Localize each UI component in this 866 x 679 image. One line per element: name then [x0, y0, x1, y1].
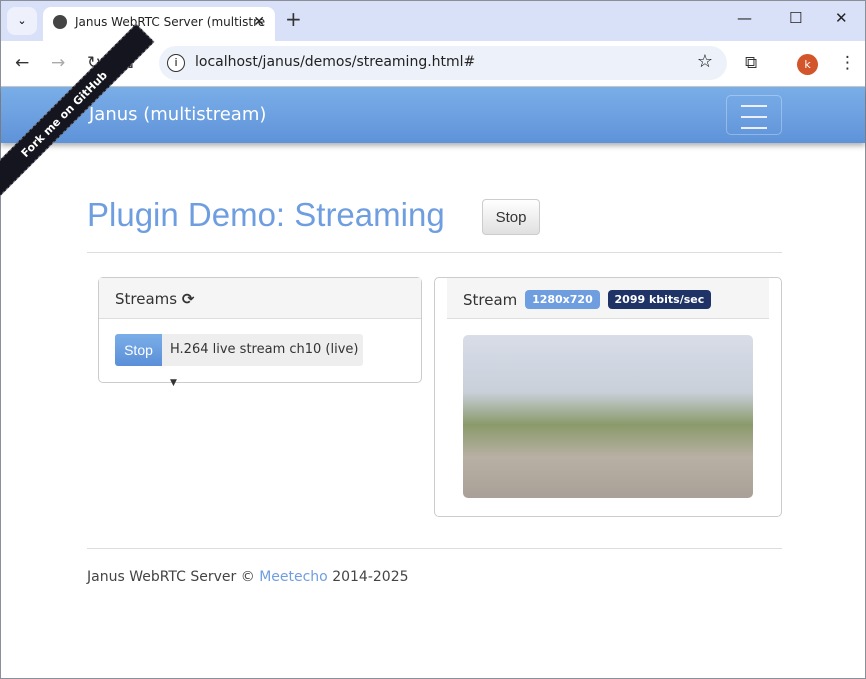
footer: Janus WebRTC Server © Meetecho 2014-2025 — [87, 569, 409, 585]
streams-panel: Streams ⟳ Stop H.264 live stream ch10 (l… — [98, 277, 422, 388]
hamburger-menu-button[interactable] — [726, 95, 782, 135]
forward-icon[interactable]: → — [51, 53, 65, 73]
minimize-button[interactable]: — — [737, 9, 752, 27]
navbar: Janus (multistream) — [1, 87, 865, 143]
tab-search-button[interactable]: ⌄ — [7, 7, 37, 35]
menu-icon[interactable]: ⋮ — [839, 53, 856, 73]
streams-title: Streams — [115, 290, 178, 308]
address-bar[interactable]: i localhost/janus/demos/streaming.html# … — [159, 46, 727, 80]
caret-down-icon: ▼ — [170, 378, 177, 388]
stop-button[interactable]: Stop — [482, 199, 540, 235]
footer-divider — [87, 548, 782, 549]
tab-title: Janus WebRTC Server (multistre — [75, 15, 266, 29]
bitrate-badge: 2099 kbits/sec — [607, 290, 712, 309]
back-icon[interactable]: ← — [15, 53, 29, 73]
stream-select[interactable]: H.264 live stream ch10 (live) ▼ — [162, 334, 363, 388]
close-tab-icon[interactable]: ✕ — [253, 7, 265, 37]
close-window-button[interactable]: ✕ — [835, 9, 848, 27]
avatar[interactable]: k — [797, 54, 818, 75]
selected-stream: H.264 live stream ch10 (live) — [170, 342, 359, 357]
info-icon[interactable]: i — [167, 54, 185, 72]
url-text[interactable]: localhost/janus/demos/streaming.html# — [195, 54, 475, 70]
brand[interactable]: Janus (multistream) — [89, 104, 266, 125]
globe-icon — [53, 15, 67, 29]
divider — [87, 252, 782, 253]
page-title: Plugin Demo: Streaming — [87, 196, 445, 233]
footer-text: Janus WebRTC Server © — [87, 569, 255, 585]
meetecho-link[interactable]: Meetecho — [259, 569, 328, 585]
stream-stop-button[interactable]: Stop — [115, 334, 162, 366]
footer-years: 2014-2025 — [332, 569, 409, 585]
stream-panel: Stream 1280x720 2099 kbits/sec — [434, 277, 782, 517]
browser-tab[interactable]: Janus WebRTC Server (multistre ✕ — [43, 7, 275, 41]
star-icon[interactable]: ☆ — [697, 51, 713, 72]
extensions-icon[interactable]: ⧉ — [745, 53, 757, 73]
refresh-icon[interactable]: ⟳ — [182, 290, 195, 308]
remote-video[interactable] — [463, 335, 753, 498]
resolution-badge: 1280x720 — [525, 290, 600, 309]
maximize-button[interactable]: ☐ — [789, 9, 802, 27]
stream-title: Stream — [463, 291, 518, 309]
new-tab-button[interactable]: + — [285, 7, 302, 31]
